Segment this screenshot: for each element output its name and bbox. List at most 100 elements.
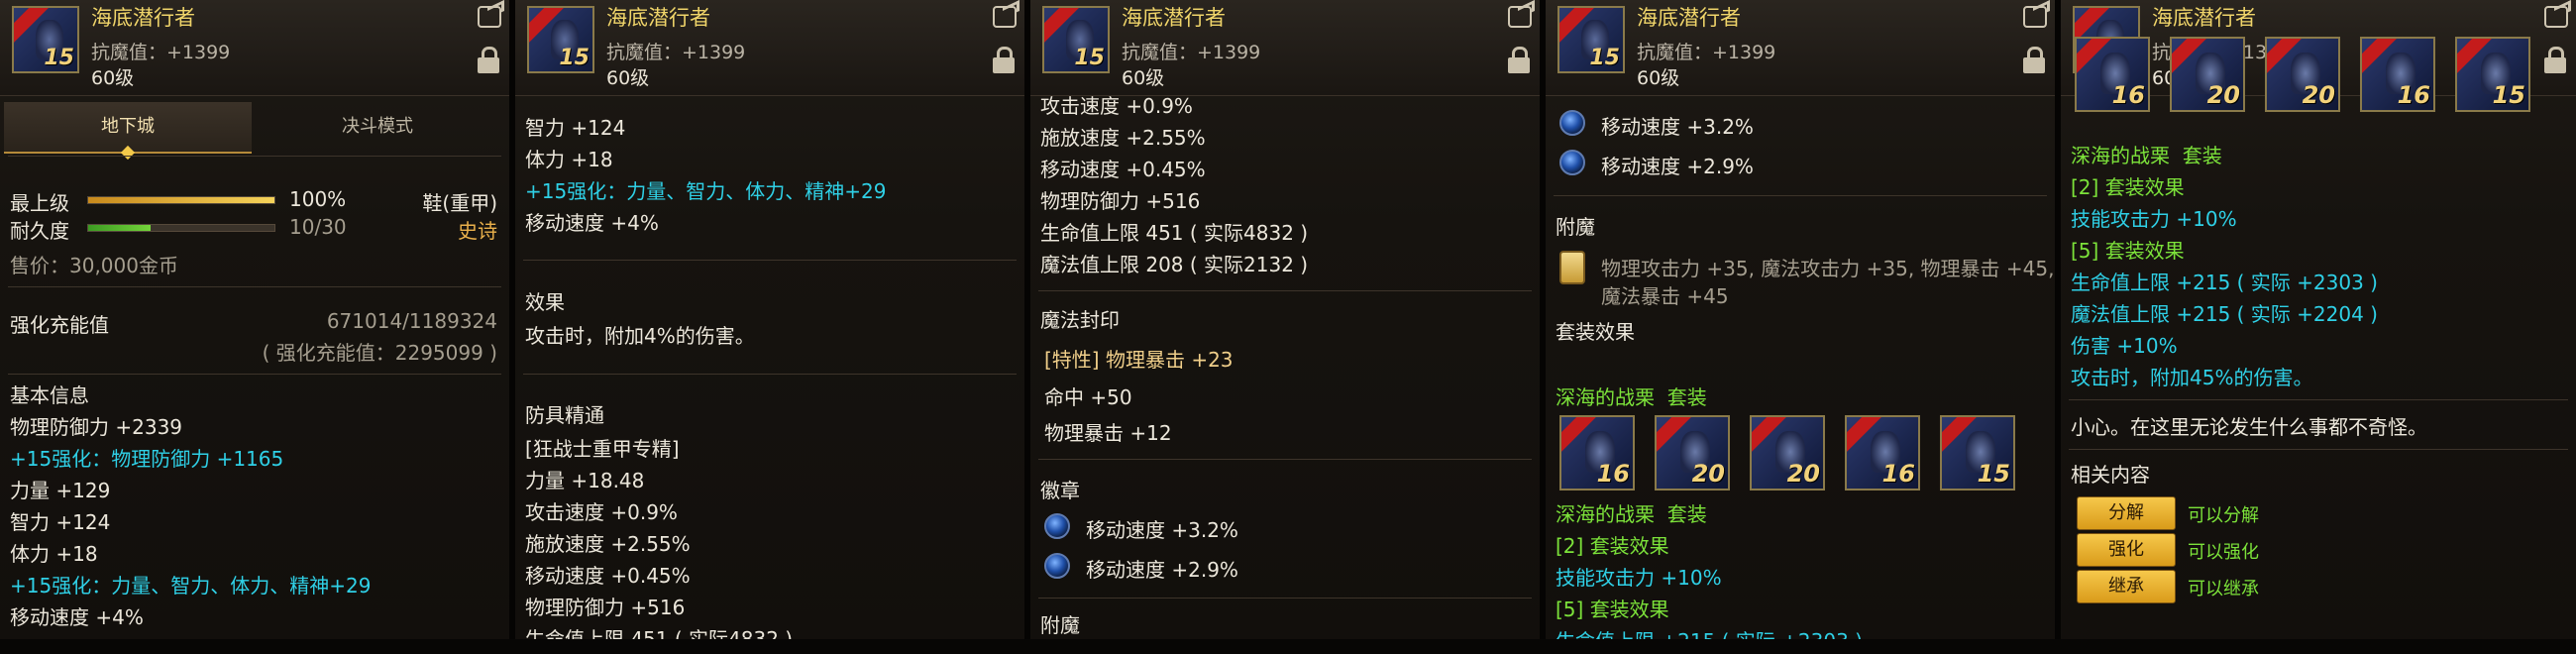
set-bonus-header: [5] 套装效果 — [1556, 598, 1669, 621]
effect-text: 攻击时，附加4%的伤害。 — [525, 324, 755, 348]
related-header: 相关内容 — [2071, 463, 2150, 487]
stat-line: 智力 +124 — [10, 510, 111, 534]
disassemble-button[interactable]: 分解 — [2077, 496, 2176, 530]
item-header: 15 海底潜行者 抗魔值：+1399 60级 — [1546, 0, 2055, 96]
item-name: 海底潜行者 — [1122, 6, 1226, 30]
set-item-icon[interactable]: 16 — [1559, 415, 1635, 490]
mastery-line: 物理防御力 +516 — [525, 596, 686, 619]
lock-icon[interactable] — [2544, 47, 2566, 73]
mastery-line: 力量 +18.48 — [525, 469, 645, 492]
basic-info-header: 基本信息 — [10, 383, 89, 407]
item-enhance-level: 15 — [44, 46, 74, 70]
set-item-icon[interactable]: 20 — [2170, 37, 2245, 112]
stat-line: 物理防御力 +2339 — [10, 415, 183, 439]
mastery-line: 攻击速度 +0.9% — [525, 500, 678, 524]
grade-bar — [87, 196, 275, 204]
item-header: 15 海底潜行者 抗魔值：+1399 60级 — [1030, 0, 1540, 96]
mastery-line: 移动速度 +0.45% — [525, 564, 691, 588]
stat-line: +15强化：力量、智力、体力、精神+29 — [10, 574, 372, 598]
set-bonus-header: [2] 套装效果 — [1556, 534, 1669, 558]
set-item-icon[interactable]: 15 — [2455, 37, 2530, 112]
item-name: 海底潜行者 — [2152, 6, 2256, 30]
stat-line: 移动速度 +4% — [525, 211, 659, 235]
item-name: 海底潜行者 — [606, 6, 710, 30]
set-bonus-line: 技能攻击力 +10% — [1556, 566, 1722, 590]
set-bonus-line: 技能攻击力 +10% — [2071, 207, 2237, 231]
enchant-header: 附魔 — [1556, 215, 1595, 239]
tooltip-panel-3: 15 海底潜行者 抗魔值：+1399 60级 攻击速度 +0.9% 施放速度 +… — [1030, 0, 1546, 639]
set-bonus-line: 伤害 +10% — [2071, 334, 2178, 358]
item-icon: 15 — [1557, 6, 1625, 73]
enhance-button[interactable]: 强化 — [2077, 533, 2176, 567]
lock-icon[interactable] — [478, 47, 499, 73]
emblem-orb-icon — [1559, 150, 1585, 175]
emblem-line: 移动速度 +2.9% — [1086, 558, 1238, 582]
item-enhance-level: 15 — [559, 46, 590, 70]
item-resist: 抗魔值：+1399 — [606, 42, 746, 63]
lock-icon[interactable] — [1508, 47, 1530, 73]
mastery-line: [狂战士重甲专精] — [525, 437, 680, 461]
share-icon[interactable] — [2023, 6, 2047, 28]
item-level: 60级 — [1122, 67, 1165, 89]
item-icon: 15 — [527, 6, 594, 73]
lock-icon[interactable] — [2023, 47, 2045, 73]
item-name: 海底潜行者 — [1637, 6, 1741, 30]
set-item-icon[interactable]: 20 — [1655, 415, 1730, 490]
durability-label: 耐久度 — [10, 219, 69, 243]
stat-line: +15强化：物理防御力 +1165 — [10, 447, 284, 471]
share-icon[interactable] — [2544, 6, 2568, 28]
item-body: 16 20 20 16 15 深海的战栗 套装 [2] 套装效果 技能攻击力 +… — [2061, 37, 2576, 639]
set-item-icon[interactable]: 20 — [1750, 415, 1825, 490]
set-item-icon[interactable]: 20 — [2265, 37, 2340, 112]
set-item-icon[interactable]: 16 — [2075, 37, 2150, 112]
seal-line: 物理暴击 +12 — [1044, 421, 1172, 445]
effect-header: 效果 — [525, 290, 565, 314]
tab-pvp[interactable]: 决斗模式 — [254, 102, 501, 152]
emblem-orb-icon — [1044, 553, 1070, 579]
item-body: 移动速度 +3.2% 移动速度 +2.9% 附魔 物理攻击力 +35, 魔法攻击… — [1546, 96, 2055, 639]
share-icon[interactable] — [478, 6, 501, 28]
share-icon[interactable] — [993, 6, 1017, 28]
tooltip-panel-1: 15 海底潜行者 抗魔值：+1399 60级 地下城 决斗模式 最上级 100%… — [0, 0, 515, 639]
set-item-icon[interactable]: 16 — [2360, 37, 2435, 112]
stat-line: 智力 +124 — [525, 116, 626, 140]
item-type: 鞋(重甲) — [422, 191, 497, 215]
set-bonus-line: 生命值上限 +215 ( 实际 +2303 ) — [1556, 625, 1863, 639]
item-enhance-level: 15 — [1074, 46, 1105, 70]
enchant-card-icon — [1559, 251, 1585, 284]
charge-label: 强化充能值 — [10, 313, 109, 337]
set-bonus-line: 生命值上限 +215 ( 实际 +2303 ) — [2071, 271, 2378, 294]
set-name: 深海的战栗 套装 — [1556, 385, 1707, 409]
lock-icon[interactable] — [993, 47, 1015, 73]
emblem-header: 徽章 — [1040, 479, 1080, 502]
set-name: 深海的战栗 套装 — [1556, 502, 1707, 526]
inherit-button[interactable]: 继承 — [2077, 570, 2176, 603]
item-icon: 15 — [1042, 6, 1110, 73]
item-level: 60级 — [1637, 67, 1680, 89]
item-resist: 抗魔值：+1399 — [1637, 42, 1776, 63]
item-resist: 抗魔值：+1399 — [91, 42, 231, 63]
item-name: 海底潜行者 — [91, 6, 195, 30]
durability-bar — [87, 224, 275, 232]
item-body: 地下城 决斗模式 最上级 100% 鞋(重甲) 耐久度 10/30 史诗 售价：… — [0, 96, 509, 639]
item-enhance-level: 15 — [1589, 46, 1620, 70]
mastery-line: 施放速度 +2.55% — [1040, 126, 1206, 150]
charge-note: ( 强化充能值：2295099 ) — [262, 341, 497, 365]
set-item-icon[interactable]: 15 — [1940, 415, 2015, 490]
stat-line: 体力 +18 — [525, 148, 613, 171]
set-bonus-line: 攻击时，附加45%的伤害。 — [2071, 366, 2313, 389]
mastery-line: 攻击速度 +0.9% — [1040, 94, 1193, 118]
stat-line: 体力 +18 — [10, 542, 98, 566]
stat-line: 力量 +129 — [10, 479, 111, 502]
set-effect-header: 套装效果 — [1556, 320, 1635, 344]
share-icon[interactable] — [1508, 6, 1532, 28]
tooltip-panel-4: 15 海底潜行者 抗魔值：+1399 60级 移动速度 +3.2% 移动速度 +… — [1546, 0, 2061, 639]
disassemble-note: 可以分解 — [2188, 505, 2259, 526]
tooltip-panel-5: 15 海底潜行者 抗魔值：+1399 60级 16 20 20 16 15 深海… — [2061, 0, 2576, 639]
item-body: 攻击速度 +0.9% 施放速度 +2.55% 移动速度 +0.45% 物理防御力… — [1030, 94, 1540, 639]
emblem-orb-icon — [1044, 513, 1070, 539]
charge-value: 671014/1189324 — [326, 309, 497, 333]
set-item-icon[interactable]: 16 — [1845, 415, 1920, 490]
grade-value: 100% — [289, 187, 347, 211]
mastery-line: 魔法值上限 208 ( 实际2132 ) — [1040, 253, 1309, 276]
